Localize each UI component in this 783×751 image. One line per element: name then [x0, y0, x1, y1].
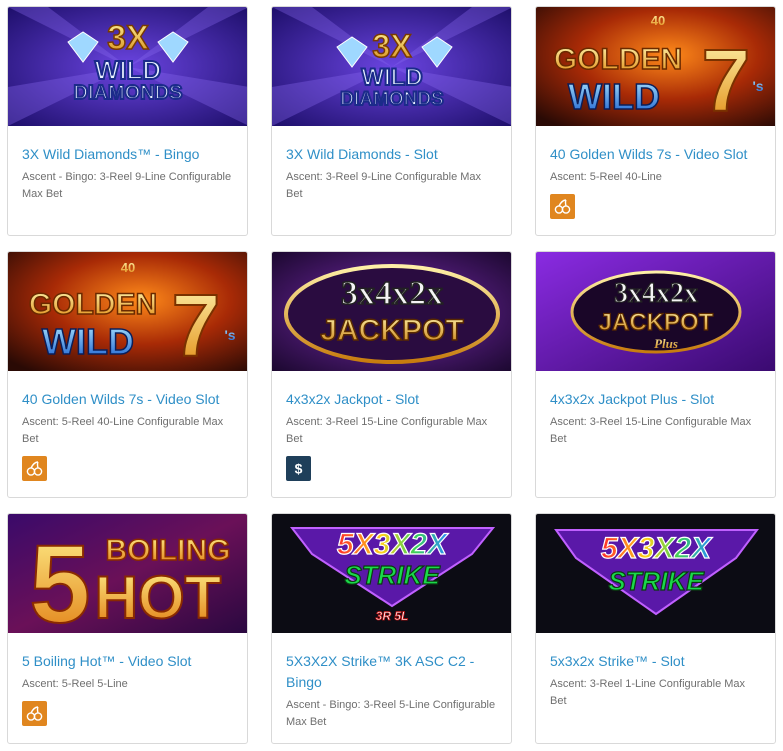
svg-text:DIAMONDS: DIAMONDS [340, 89, 443, 110]
game-thumbnail[interactable]: 3X WILD DIAMONDS [272, 7, 511, 126]
game-artwork-wild-diamonds: 3X WILD DIAMONDS [8, 7, 247, 126]
game-artwork-strike: 5X3X2X STRIKE 3R 5L [272, 514, 511, 633]
svg-text:HOT: HOT [95, 564, 222, 631]
svg-text:3X: 3X [372, 28, 412, 64]
svg-text:WILD: WILD [42, 321, 134, 362]
svg-text:3R 5L: 3R 5L [376, 609, 409, 623]
svg-text:5X3X2X: 5X3X2X [337, 528, 449, 561]
svg-text:JACKPOT: JACKPOT [599, 309, 714, 336]
game-artwork-golden-wild: 40 GOLDEN WILD 7 's [8, 252, 247, 371]
game-card[interactable]: 40 GOLDEN WILD 7 's 40 Golden Wilds 7s -… [535, 6, 776, 236]
game-meta: Ascent: 5-Reel 40-Line Configurable Max … [22, 416, 224, 445]
svg-text:JACKPOT: JACKPOT [320, 314, 463, 347]
game-title-link[interactable]: 3X Wild Diamonds - Slot [286, 144, 497, 165]
game-meta: Ascent: 5-Reel 5-Line [22, 678, 128, 690]
game-card[interactable]: 40 GOLDEN WILD 7 's 40 Golden Wilds 7s -… [7, 251, 248, 498]
cherry-icon [550, 194, 575, 219]
svg-text:BOILING: BOILING [106, 534, 231, 567]
game-meta: Ascent - Bingo: 3-Reel 9-Line Configurab… [22, 171, 232, 200]
cherry-icon [22, 701, 47, 726]
game-artwork-boiling-hot: 5 BOILING HOT [8, 514, 247, 633]
game-title-link[interactable]: 4x3x2x Jackpot Plus - Slot [550, 389, 761, 410]
svg-text:40: 40 [121, 260, 135, 275]
game-card[interactable]: 5 BOILING HOT 5 Boiling Hot™ - Video Slo… [7, 513, 248, 744]
svg-text:$: $ [295, 461, 303, 477]
game-thumbnail[interactable]: 3x4x2x JACKPOT Plus [536, 252, 775, 371]
game-card[interactable]: 5X3X2X STRIKE 3R 5L 5X3X2X Strike™ 3K AS… [271, 513, 512, 744]
game-thumbnail[interactable]: 5 BOILING HOT [8, 514, 247, 633]
svg-text:DIAMONDS: DIAMONDS [74, 82, 183, 104]
svg-text:40: 40 [651, 13, 665, 28]
game-thumbnail[interactable]: 40 GOLDEN WILD 7 's [536, 7, 775, 126]
game-card[interactable]: 3X WILD DIAMONDS 3X Wild Diamonds - Slot… [271, 6, 512, 236]
svg-text:GOLDEN: GOLDEN [554, 43, 682, 76]
svg-text:STRIKE: STRIKE [344, 560, 440, 590]
svg-text:'s: 's [752, 78, 763, 94]
svg-text:GOLDEN: GOLDEN [29, 288, 157, 321]
game-thumbnail[interactable]: 5X3X2X STRIKE [536, 514, 775, 633]
game-thumbnail[interactable]: 40 GOLDEN WILD 7 's [8, 252, 247, 371]
svg-text:Plus: Plus [654, 336, 678, 351]
game-artwork-golden-wild: 40 GOLDEN WILD 7 's [536, 7, 775, 126]
game-card[interactable]: 3x4x2x JACKPOT Plus 4x3x2x Jackpot Plus … [535, 251, 776, 498]
game-meta: Ascent: 3-Reel 1-Line Configurable Max B… [550, 678, 746, 707]
game-artwork-strike: 5X3X2X STRIKE [536, 514, 775, 633]
game-title-link[interactable]: 5 Boiling Hot™ - Video Slot [22, 651, 233, 672]
svg-text:STRIKE: STRIKE [608, 566, 704, 596]
game-artwork-jackpot: 3x4x2x JACKPOT [272, 252, 511, 371]
svg-text:3X: 3X [107, 19, 149, 57]
game-card[interactable]: 3X WILD DIAMONDS 3X Wild Diamonds™ - Bin… [7, 6, 248, 236]
game-meta: Ascent: 3-Reel 15-Line Configurable Max … [286, 416, 488, 445]
dollar-icon: $ [286, 456, 311, 481]
game-meta: Ascent - Bingo: 3-Reel 5-Line Configurab… [286, 699, 496, 728]
svg-text:WILD: WILD [361, 64, 422, 91]
svg-text:WILD: WILD [568, 76, 660, 117]
svg-text:5X3X2X: 5X3X2X [601, 532, 713, 565]
game-thumbnail[interactable]: 5X3X2X STRIKE 3R 5L [272, 514, 511, 633]
svg-text:'s: 's [224, 327, 235, 343]
cherry-icon [22, 456, 47, 481]
game-grid: 3X WILD DIAMONDS 3X Wild Diamonds™ - Bin… [0, 0, 783, 751]
game-title-link[interactable]: 4x3x2x Jackpot - Slot [286, 389, 497, 410]
svg-text:3x4x2x: 3x4x2x [614, 278, 698, 309]
game-title-link[interactable]: 5X3X2X Strike™ 3K ASC C2 - Bingo [286, 651, 497, 693]
game-meta: Ascent: 3-Reel 9-Line Configurable Max B… [286, 171, 482, 200]
svg-text:7: 7 [172, 276, 221, 371]
svg-text:7: 7 [702, 31, 751, 126]
game-thumbnail[interactable]: 3x4x2x JACKPOT [272, 252, 511, 371]
game-artwork-wild-diamonds: 3X WILD DIAMONDS [272, 7, 511, 126]
svg-text:5: 5 [29, 523, 90, 633]
game-title-link[interactable]: 3X Wild Diamonds™ - Bingo [22, 144, 233, 165]
game-artwork-jackpot-plus: 3x4x2x JACKPOT Plus [536, 252, 775, 371]
game-card[interactable]: 3x4x2x JACKPOT 4x3x2x Jackpot - Slot Asc… [271, 251, 512, 498]
game-thumbnail[interactable]: 3X WILD DIAMONDS [8, 7, 247, 126]
game-title-link[interactable]: 40 Golden Wilds 7s - Video Slot [550, 144, 761, 165]
game-card[interactable]: 5X3X2X STRIKE 5x3x2x Strike™ - Slot Asce… [535, 513, 776, 744]
game-title-link[interactable]: 40 Golden Wilds 7s - Video Slot [22, 389, 233, 410]
svg-text:WILD: WILD [95, 55, 161, 85]
game-meta: Ascent: 3-Reel 15-Line Configurable Max … [550, 416, 752, 445]
svg-text:3x4x2x: 3x4x2x [341, 275, 443, 312]
game-meta: Ascent: 5-Reel 40-Line [550, 171, 662, 183]
game-title-link[interactable]: 5x3x2x Strike™ - Slot [550, 651, 761, 672]
